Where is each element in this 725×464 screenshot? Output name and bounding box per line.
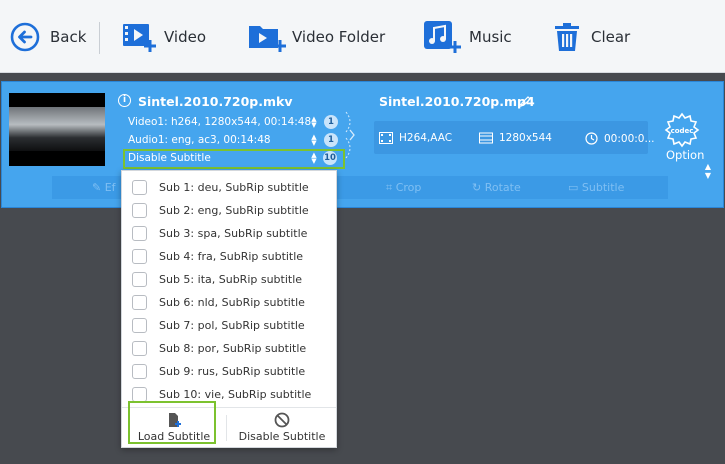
subtitle-checkbox[interactable] bbox=[132, 363, 147, 379]
main-toolbar: Back Video Video Folder Music Clear bbox=[0, 0, 725, 73]
video-label: Video bbox=[164, 27, 207, 46]
convert-arrow-icon bbox=[345, 111, 355, 159]
crop-tool-label: Crop bbox=[395, 181, 422, 194]
audio-track-select[interactable]: Audio1: eng, ac3, 00:14:48 bbox=[128, 134, 271, 146]
subtitle-option-label: Sub 2: eng, SubRip subtitle bbox=[159, 203, 309, 217]
subtitle-option-label: Sub 1: deu, SubRip subtitle bbox=[159, 180, 309, 194]
crop-tool[interactable]: ⌗ Crop bbox=[386, 181, 421, 195]
subtitle-tool[interactable]: ▭ Subtitle bbox=[568, 181, 624, 194]
panel-updown-icon[interactable]: ▲ ▼ bbox=[704, 162, 712, 180]
subtitle-tool-label: Subtitle bbox=[581, 181, 625, 194]
video-thumbnail[interactable] bbox=[9, 93, 105, 166]
subtitle-option-label: Sub 4: fra, SubRip subtitle bbox=[159, 249, 304, 263]
effect-tool-label: Ef bbox=[104, 181, 116, 194]
clear-label: Clear bbox=[591, 27, 631, 46]
subtitle-option-8[interactable]: Sub 8: por, SubRip subtitle bbox=[132, 339, 306, 357]
subtitle-checkbox[interactable] bbox=[132, 202, 147, 218]
rotate-tool-label: Rotate bbox=[484, 181, 521, 194]
video-track-updown-icon[interactable]: ▲ ▼ bbox=[310, 116, 318, 129]
rename-pencil-icon[interactable] bbox=[520, 96, 531, 107]
subtitle-checkbox[interactable] bbox=[132, 225, 147, 241]
dropdown-footer-separator bbox=[226, 415, 227, 441]
subtitle-option-label: Sub 5: ita, SubRip subtitle bbox=[159, 272, 303, 286]
subtitle-count: 10 bbox=[323, 151, 337, 165]
output-duration: 00:00:0... bbox=[585, 132, 655, 145]
subtitle-updown-icon[interactable]: ▲ ▼ bbox=[310, 152, 318, 165]
subtitle-checkbox[interactable] bbox=[132, 340, 147, 356]
subtitle-option-9[interactable]: Sub 9: rus, SubRip subtitle bbox=[132, 362, 305, 380]
add-music-button[interactable]: Music bbox=[423, 0, 512, 73]
subtitle-option-label: Sub 6: nld, SubRip subtitle bbox=[159, 295, 305, 309]
disable-subtitle-label: Disable Subtitle bbox=[238, 430, 326, 443]
subtitle-option-label: Sub 9: rus, SubRip subtitle bbox=[159, 364, 306, 378]
film-icon bbox=[379, 132, 393, 144]
subtitle-option-6[interactable]: Sub 6: nld, SubRip subtitle bbox=[132, 293, 305, 311]
subtitle-option-4[interactable]: Sub 4: fra, SubRip subtitle bbox=[132, 247, 303, 265]
audio-track-count: 1 bbox=[324, 133, 338, 147]
load-subtitle-highlight bbox=[128, 401, 216, 444]
effect-tool[interactable]: ✎ Ef bbox=[92, 181, 116, 194]
source-filename: Sintel.2010.720p.mkv bbox=[138, 94, 293, 109]
codec-badge-text: codec bbox=[671, 127, 694, 135]
subtitle-checkbox[interactable] bbox=[132, 386, 147, 402]
option-button[interactable]: Option bbox=[666, 148, 704, 162]
music-label: Music bbox=[469, 27, 512, 46]
subtitle-checkbox[interactable] bbox=[132, 294, 147, 310]
video-folder-label: Video Folder bbox=[292, 27, 386, 46]
back-label: Back bbox=[50, 27, 87, 46]
rotate-tool[interactable]: ↻ Rotate bbox=[472, 181, 521, 194]
subtitle-option-1[interactable]: Sub 1: deu, SubRip subtitle bbox=[132, 178, 309, 196]
subtitle-option-2[interactable]: Sub 2: eng, SubRip subtitle bbox=[132, 201, 309, 219]
video-track-select[interactable]: Video1: h264, 1280x544, 00:14:48 bbox=[128, 116, 311, 128]
resolution-icon bbox=[479, 132, 493, 144]
back-button[interactable]: Back bbox=[10, 0, 86, 73]
subtitle-checkbox[interactable] bbox=[132, 271, 147, 287]
back-arrow-icon bbox=[10, 22, 40, 51]
subtitle-option-3[interactable]: Sub 3: spa, SubRip subtitle bbox=[132, 224, 307, 242]
thumbnail-frame bbox=[9, 107, 105, 151]
subtitle-selected-value: Disable Subtitle bbox=[128, 152, 211, 164]
clear-button[interactable]: Clear bbox=[553, 0, 630, 73]
subtitle-option-7[interactable]: Sub 7: pol, SubRip subtitle bbox=[132, 316, 305, 334]
subtitle-option-5[interactable]: Sub 5: ita, SubRip subtitle bbox=[132, 270, 302, 288]
output-resolution: 1280x544 bbox=[479, 132, 552, 144]
subtitle-option-label: Sub 10: vie, SubRip subtitle bbox=[159, 387, 312, 401]
output-filename: Sintel.2010.720p.mp4 bbox=[379, 94, 535, 109]
subtitle-option-label: Sub 7: pol, SubRip subtitle bbox=[159, 318, 305, 332]
trash-icon bbox=[555, 22, 579, 51]
output-codec-text: H264,AAC bbox=[399, 132, 453, 144]
disable-subtitle-button[interactable]: Disable Subtitle bbox=[230, 409, 334, 445]
subtitle-option-label: Sub 8: por, SubRip subtitle bbox=[159, 341, 307, 355]
add-video-button[interactable]: Video bbox=[122, 0, 206, 73]
subtitle-checkbox[interactable] bbox=[132, 179, 147, 195]
audio-track-updown-icon[interactable]: ▲ ▼ bbox=[310, 134, 318, 147]
video-folder-icon bbox=[249, 25, 286, 52]
add-music-icon bbox=[424, 20, 461, 53]
toolbar-divider bbox=[99, 22, 100, 54]
codec-gear-icon[interactable]: codec bbox=[664, 112, 700, 148]
add-video-folder-button[interactable]: Video Folder bbox=[248, 0, 385, 73]
output-codec: H264,AAC bbox=[379, 132, 452, 144]
output-duration-text: 00:00:0... bbox=[604, 132, 655, 145]
info-icon[interactable]: i bbox=[118, 94, 131, 107]
disable-subtitle-icon bbox=[274, 412, 290, 428]
output-resolution-text: 1280x544 bbox=[499, 132, 552, 144]
video-track-count: 1 bbox=[324, 115, 338, 129]
subtitle-checkbox[interactable] bbox=[132, 317, 147, 333]
subtitle-option-label: Sub 3: spa, SubRip subtitle bbox=[159, 226, 308, 240]
add-video-icon bbox=[123, 23, 156, 52]
clock-icon bbox=[585, 132, 598, 145]
subtitle-checkbox[interactable] bbox=[132, 248, 147, 264]
